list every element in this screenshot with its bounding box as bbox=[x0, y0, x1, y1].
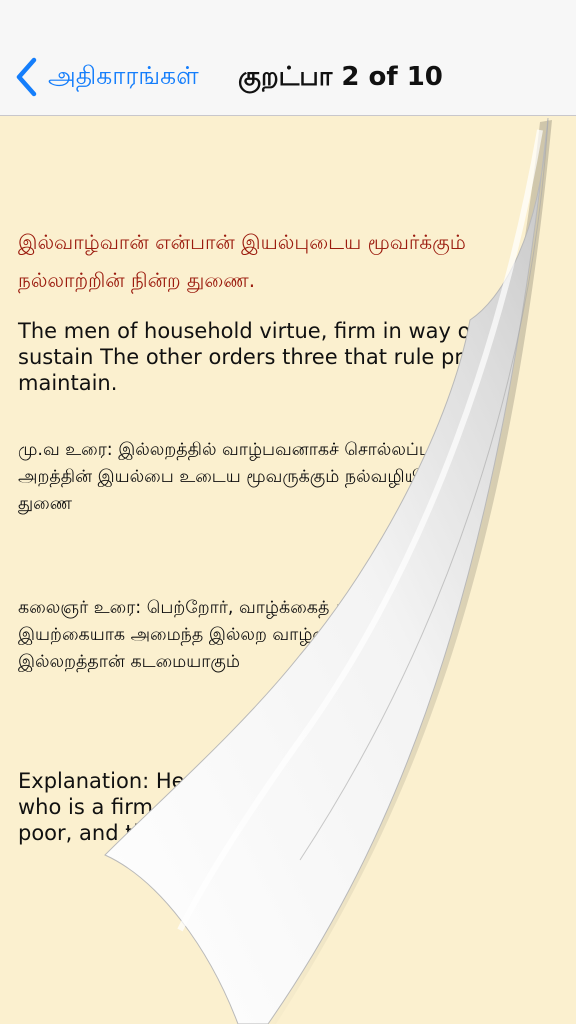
navigation-bar: அதிகாரங்கள் குறட்பா 2 of 10 bbox=[0, 38, 576, 116]
kural-page[interactable]: இல்வாழ்வான் என்பான் இயல்புடைய மூவர்க்கும… bbox=[0, 117, 576, 1024]
kural-verse: இல்வாழ்வான் என்பான் இயல்புடைய மூவர்க்கும… bbox=[18, 223, 558, 299]
chevron-left-icon bbox=[16, 57, 37, 97]
page-title: குறட்பா 2 of 10 bbox=[238, 62, 443, 92]
kural-line-1: இல்வாழ்வான் என்பான் இயல்புடைய மூவர்க்கும… bbox=[18, 230, 466, 254]
kalaignar-commentary: கலைஞர் உரை: பெற்றோர், வாழ்க்கைத் துணை, க… bbox=[18, 598, 532, 672]
back-button[interactable]: அதிகாரங்கள் bbox=[14, 56, 199, 98]
kural-line-2: நல்லாற்றின் நின்ற துணை. bbox=[18, 268, 256, 292]
back-button-label: அதிகாரங்கள் bbox=[48, 60, 199, 90]
mu-va-commentary: மு.வ உரை: இல்லறத்தில் வாழ்பவனாகச் சொல்லப… bbox=[18, 440, 545, 514]
english-translation: The men of household virtue, firm in way… bbox=[18, 319, 544, 395]
status-bar bbox=[0, 0, 576, 38]
explanation-text: Explanation: He who is said to flourish … bbox=[18, 769, 549, 845]
